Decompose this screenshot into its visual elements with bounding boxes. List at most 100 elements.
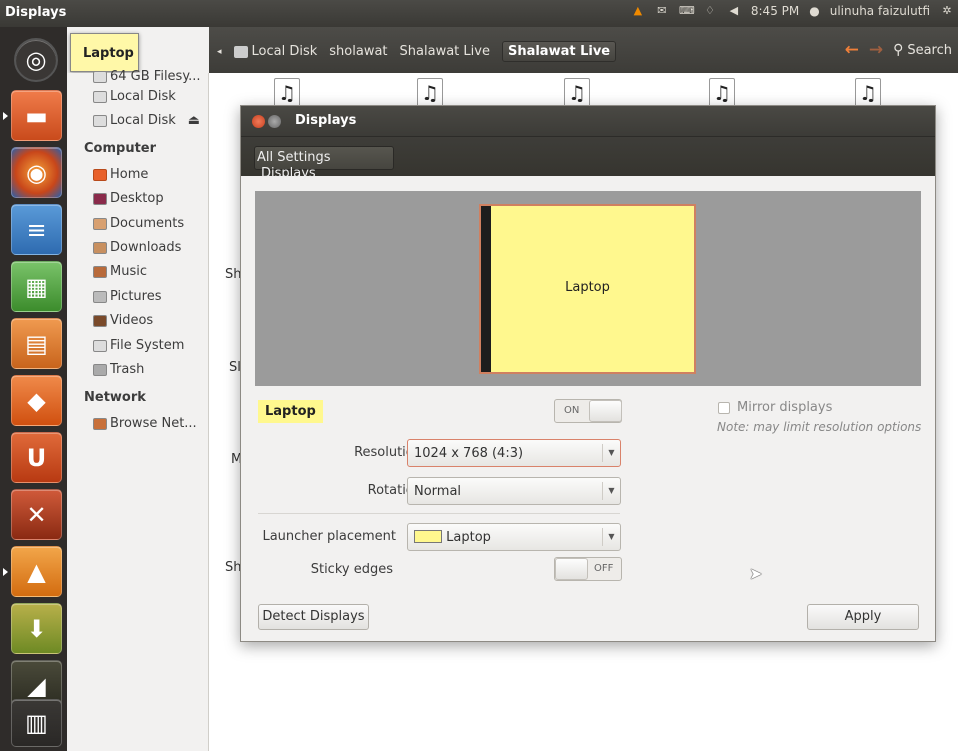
sidebar-item-downloads[interactable]: Downloads bbox=[93, 237, 181, 259]
monitor-preview[interactable]: Laptop bbox=[479, 204, 696, 374]
file-manager-toolbar: ◂ Local Disk sholawat Shalawat Live Shal… bbox=[209, 27, 958, 73]
file-system-icon bbox=[93, 340, 107, 352]
software-center-icon[interactable]: ◆ bbox=[11, 375, 62, 426]
breadcrumb-back-icon[interactable]: ◂ bbox=[217, 47, 222, 57]
session-gear-icon[interactable]: ✲ bbox=[940, 5, 954, 17]
drive-icon bbox=[93, 91, 107, 103]
audio-file-icon[interactable]: ♫ bbox=[709, 78, 735, 108]
files-icon[interactable]: ▬ bbox=[11, 90, 62, 141]
audio-file-icon[interactable]: ♫ bbox=[564, 78, 590, 108]
sidebar-item-local-disk[interactable]: Local Disk bbox=[93, 86, 176, 108]
firefox-icon[interactable]: ◉ bbox=[11, 147, 62, 198]
trash-icon bbox=[93, 364, 107, 376]
videos-icon bbox=[93, 315, 107, 327]
drive-icon bbox=[93, 115, 107, 127]
rotation-label: Rotation bbox=[367, 483, 422, 498]
audio-file-icon[interactable]: ♫ bbox=[855, 78, 881, 108]
sidebar-item-music[interactable]: Music bbox=[93, 261, 147, 283]
network-icon[interactable]: ♢ bbox=[703, 5, 717, 17]
sidebar-item-browse-network[interactable]: Browse Net... bbox=[93, 413, 197, 435]
sidebar-item-desktop[interactable]: Desktop bbox=[93, 188, 164, 210]
sidebar-item-trash[interactable]: Trash bbox=[93, 359, 144, 381]
sticky-edges-label: Sticky edges bbox=[310, 562, 393, 577]
close-button[interactable] bbox=[252, 115, 265, 128]
impress-icon[interactable]: ▤ bbox=[11, 318, 62, 369]
resolution-select[interactable]: 1024 x 768 (4:3) ▼ bbox=[407, 439, 621, 467]
chevron-down-icon: ▼ bbox=[602, 528, 620, 546]
eject-icon[interactable]: ⏏ bbox=[188, 110, 200, 132]
music-icon bbox=[93, 266, 107, 278]
switch-knob bbox=[589, 400, 622, 422]
switch-knob bbox=[555, 558, 588, 580]
chevron-down-icon: ▼ bbox=[602, 482, 620, 500]
search-icon[interactable]: ⚲ bbox=[893, 42, 903, 58]
top-panel: Displays ▲ ✉ ⌨ ♢ ◀ 8:45 PM ● ulinuha fai… bbox=[0, 0, 958, 27]
drive-icon bbox=[233, 45, 248, 58]
sticky-edges-switch[interactable]: OFF bbox=[554, 557, 622, 581]
breadcrumb-item[interactable]: Shalawat Live bbox=[400, 44, 490, 59]
search-button[interactable]: Search bbox=[907, 43, 952, 58]
documents-icon bbox=[93, 218, 107, 230]
vlc-icon[interactable]: ▲ bbox=[11, 546, 62, 597]
calc-icon[interactable]: ▦ bbox=[11, 261, 62, 312]
system-settings-icon[interactable]: ✕ bbox=[11, 489, 62, 540]
sidebar-item-local-disk-2[interactable]: Local Disk ⏏ bbox=[93, 110, 200, 132]
mail-icon[interactable]: ✉ bbox=[655, 5, 669, 17]
sidebar-item-pictures[interactable]: Pictures bbox=[93, 286, 161, 308]
sidebar-item-filesystem-64gb[interactable]: 64 GB Filesy... bbox=[93, 66, 201, 88]
detect-displays-button[interactable]: Detect Displays bbox=[258, 604, 369, 630]
resolution-label: Resolution bbox=[354, 445, 422, 460]
displays-dialog: Displays All Settings Displays Laptop La… bbox=[240, 105, 936, 642]
current-panel-label: Displays bbox=[261, 166, 316, 181]
sidebar-item-documents[interactable]: Documents bbox=[93, 213, 184, 235]
minimize-button[interactable] bbox=[268, 115, 281, 128]
display-power-switch[interactable]: ON bbox=[554, 399, 622, 423]
breadcrumb-item[interactable]: sholawat bbox=[329, 44, 387, 59]
monitor-label: Laptop bbox=[565, 280, 610, 295]
audio-file-icon[interactable]: ♫ bbox=[417, 78, 443, 108]
home-icon bbox=[93, 169, 107, 181]
user-name[interactable]: ulinuha faizulutfi bbox=[830, 4, 930, 18]
separator bbox=[258, 513, 620, 514]
forward-arrow-icon[interactable]: → bbox=[869, 40, 883, 60]
keyboard-icon[interactable]: ⌨ bbox=[679, 5, 695, 17]
back-arrow-icon[interactable]: ← bbox=[845, 40, 859, 60]
mirror-note: Note: may limit resolution options bbox=[717, 420, 922, 434]
volume-icon[interactable]: ◀ bbox=[727, 5, 741, 17]
breadcrumb: ◂ Local Disk sholawat Shalawat Live Shal… bbox=[217, 41, 617, 62]
apply-button[interactable]: Apply bbox=[807, 604, 919, 630]
chevron-down-icon: ▼ bbox=[602, 444, 620, 462]
active-pip bbox=[3, 568, 8, 576]
writer-icon[interactable]: ≡ bbox=[11, 204, 62, 255]
rotation-select[interactable]: Normal ▼ bbox=[407, 477, 621, 505]
vlc-tray-icon[interactable]: ▲ bbox=[631, 5, 645, 17]
launcher-placement-label: Launcher placement bbox=[262, 529, 396, 544]
monitor-arrangement-area[interactable]: Laptop bbox=[255, 191, 921, 386]
breadcrumb-item[interactable]: Local Disk bbox=[252, 44, 318, 59]
monitor-swatch-icon bbox=[414, 530, 442, 543]
dialog-toolbar: All Settings Displays bbox=[241, 136, 935, 181]
launcher-placement-select[interactable]: Laptop ▼ bbox=[407, 523, 621, 551]
ubuntu-dash-icon[interactable]: ◎ bbox=[14, 38, 58, 82]
audio-file-icon[interactable]: ♫ bbox=[274, 78, 300, 108]
app-title: Displays bbox=[5, 5, 67, 20]
mirror-displays-label[interactable]: Mirror displays bbox=[737, 400, 832, 415]
all-settings-button[interactable]: All Settings Displays bbox=[254, 146, 394, 181]
clock[interactable]: 8:45 PM bbox=[751, 4, 799, 18]
sidebar-item-videos[interactable]: Videos bbox=[93, 310, 153, 332]
sidebar-item-home[interactable]: Home bbox=[93, 164, 148, 186]
trash-icon[interactable]: ▥ bbox=[11, 699, 62, 747]
ubuntu-one-icon[interactable]: U bbox=[11, 432, 62, 483]
sidebar-item-file-system[interactable]: File System bbox=[93, 335, 184, 357]
active-pip bbox=[3, 112, 8, 120]
sidebar-header-network: Network bbox=[84, 390, 146, 405]
drive-icon bbox=[93, 71, 107, 83]
dialog-titlebar[interactable]: Displays bbox=[241, 106, 935, 136]
breadcrumb-item-current[interactable]: Shalawat Live bbox=[501, 41, 617, 62]
desktop-icon bbox=[93, 193, 107, 205]
display-name-label: Laptop bbox=[258, 400, 323, 423]
sidebar-header-computer: Computer bbox=[84, 141, 157, 156]
mirror-displays-checkbox[interactable] bbox=[718, 402, 730, 414]
network-icon bbox=[93, 418, 107, 430]
downloader-icon[interactable]: ⬇ bbox=[11, 603, 62, 654]
